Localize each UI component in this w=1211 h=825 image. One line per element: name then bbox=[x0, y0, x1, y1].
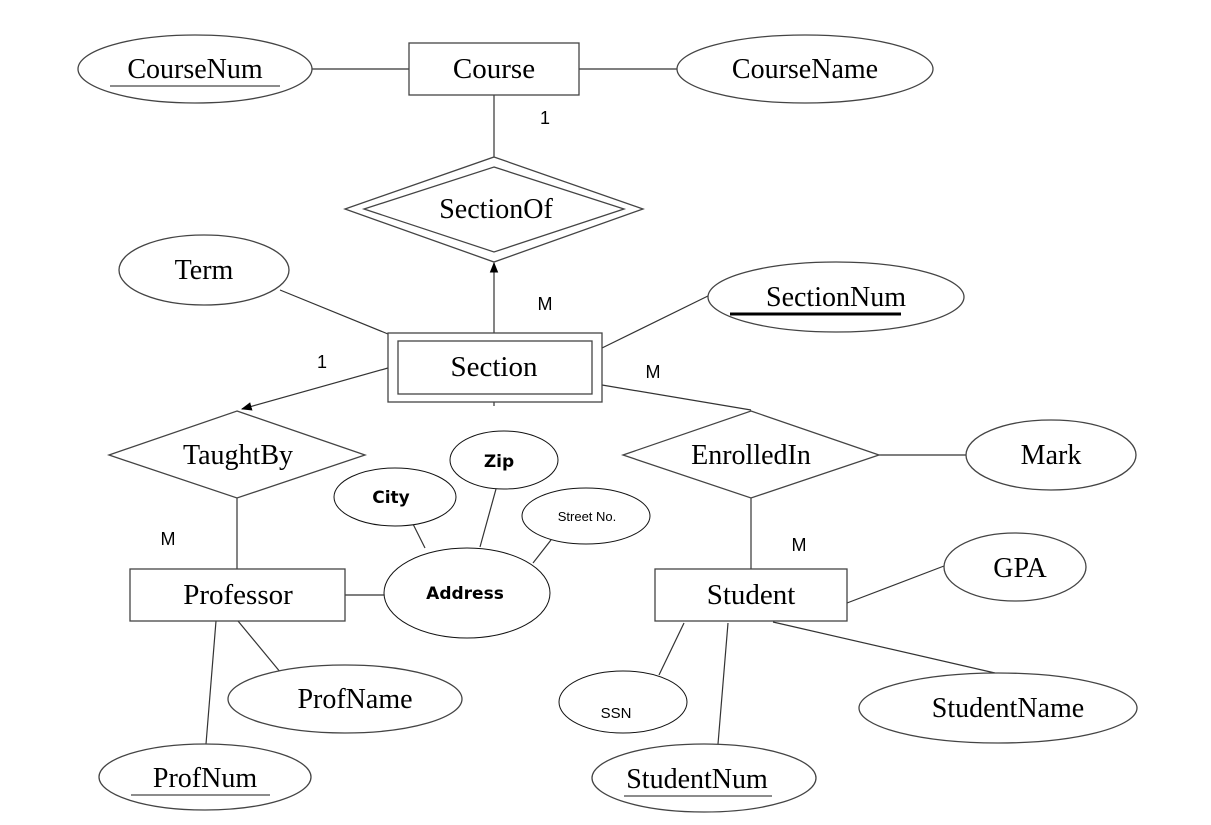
attribute-term-label: Term bbox=[175, 255, 234, 286]
cardinality-course-sectionof: 1 bbox=[540, 108, 550, 128]
line-term-section bbox=[279, 289, 389, 335]
line-zip-address bbox=[479, 488, 497, 548]
entity-professor[interactable]: Professor bbox=[129, 568, 346, 622]
entity-professor-label: Professor bbox=[183, 579, 293, 611]
attribute-streetno[interactable]: Street No. bbox=[521, 487, 651, 545]
entity-student[interactable]: Student bbox=[654, 568, 848, 622]
cardinality-section-enrolledin: M bbox=[646, 362, 661, 382]
line-section-sectionnum bbox=[601, 293, 713, 349]
attribute-coursenum-label: CourseNum bbox=[127, 54, 263, 85]
line-streetno-address bbox=[532, 539, 552, 564]
attribute-streetno-label: Street No. bbox=[558, 509, 617, 524]
arrow-section-taughtby bbox=[240, 367, 389, 411]
relationship-sectionof-label: SectionOf bbox=[439, 194, 553, 225]
attribute-studentnum[interactable]: StudentNum bbox=[591, 743, 817, 813]
attribute-studentnum-label: StudentNum bbox=[626, 764, 768, 795]
attribute-coursename[interactable]: CourseName bbox=[676, 34, 934, 104]
attribute-sectionnum-label: SectionNum bbox=[766, 282, 906, 313]
er-diagram: Course CourseNum CourseName SectionOf Te… bbox=[77, 34, 1138, 813]
attribute-address-label: Address bbox=[426, 584, 504, 604]
attribute-gpa[interactable]: GPA bbox=[943, 532, 1087, 602]
attribute-studentname-label: StudentName bbox=[932, 693, 1084, 724]
relationship-sectionof[interactable]: SectionOf bbox=[343, 156, 645, 263]
entity-course[interactable]: Course bbox=[408, 42, 580, 96]
attribute-profname[interactable]: ProfName bbox=[227, 664, 463, 734]
attribute-gpa-label: GPA bbox=[993, 553, 1047, 584]
attribute-city-label: City bbox=[372, 488, 410, 508]
attribute-mark[interactable]: Mark bbox=[965, 419, 1137, 491]
attribute-sectionnum[interactable]: SectionNum bbox=[707, 261, 965, 333]
attribute-city[interactable]: City bbox=[333, 467, 457, 527]
attribute-zip-label: Zip bbox=[484, 452, 514, 472]
attribute-profname-label: ProfName bbox=[297, 684, 412, 715]
line-student-studentname bbox=[772, 621, 996, 674]
attribute-ssn-label: SSN bbox=[601, 705, 632, 722]
line-professor-profnum bbox=[205, 620, 217, 745]
attribute-profnum[interactable]: ProfNum bbox=[98, 743, 312, 811]
cardinality-student-enrolledin: M bbox=[792, 535, 807, 555]
attribute-coursenum[interactable]: CourseNum bbox=[77, 34, 313, 104]
attribute-ssn[interactable]: SSN bbox=[558, 670, 688, 734]
relationship-taughtby-label: TaughtBy bbox=[183, 440, 293, 471]
entity-section-label: Section bbox=[451, 351, 538, 383]
line-section-enrolledin bbox=[601, 384, 752, 411]
entity-section[interactable]: Section bbox=[387, 332, 603, 403]
line-student-ssn bbox=[658, 622, 685, 676]
attribute-coursename-label: CourseName bbox=[732, 54, 878, 85]
cardinality-section-taughtby: 1 bbox=[317, 352, 327, 372]
attribute-term[interactable]: Term bbox=[118, 234, 290, 306]
cardinality-section-sectionof: M bbox=[538, 294, 553, 314]
relationship-enrolledin-label: EnrolledIn bbox=[691, 440, 811, 471]
attribute-address[interactable]: Address bbox=[383, 547, 551, 639]
relationship-taughtby[interactable]: TaughtBy bbox=[106, 410, 368, 499]
entity-student-label: Student bbox=[707, 579, 796, 611]
attribute-profnum-label: ProfNum bbox=[153, 763, 257, 794]
line-city-address bbox=[411, 521, 426, 549]
relationship-enrolledin[interactable]: EnrolledIn bbox=[620, 410, 882, 499]
line-professor-profname bbox=[237, 620, 282, 674]
attribute-mark-label: Mark bbox=[1021, 440, 1082, 471]
cardinality-professor-taughtby: M bbox=[161, 529, 176, 549]
connectors bbox=[205, 68, 996, 745]
entity-course-label: Course bbox=[453, 53, 535, 85]
attribute-studentname[interactable]: StudentName bbox=[858, 672, 1138, 744]
line-student-studentnum bbox=[717, 622, 729, 745]
attribute-zip[interactable]: Zip bbox=[449, 430, 559, 490]
line-student-gpa bbox=[846, 565, 945, 604]
